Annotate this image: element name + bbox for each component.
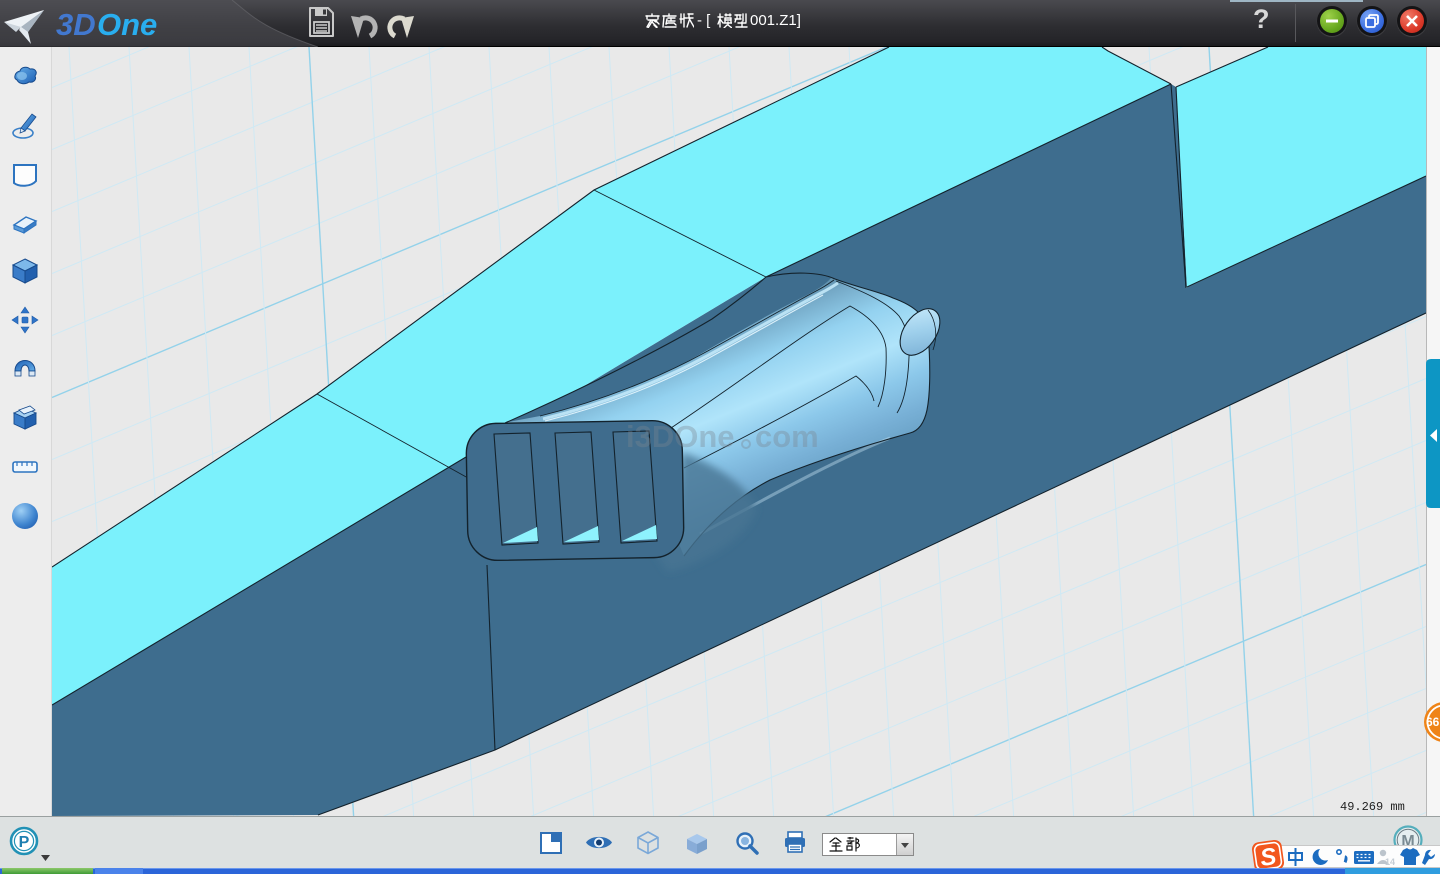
svg-text:14: 14: [1385, 857, 1395, 867]
